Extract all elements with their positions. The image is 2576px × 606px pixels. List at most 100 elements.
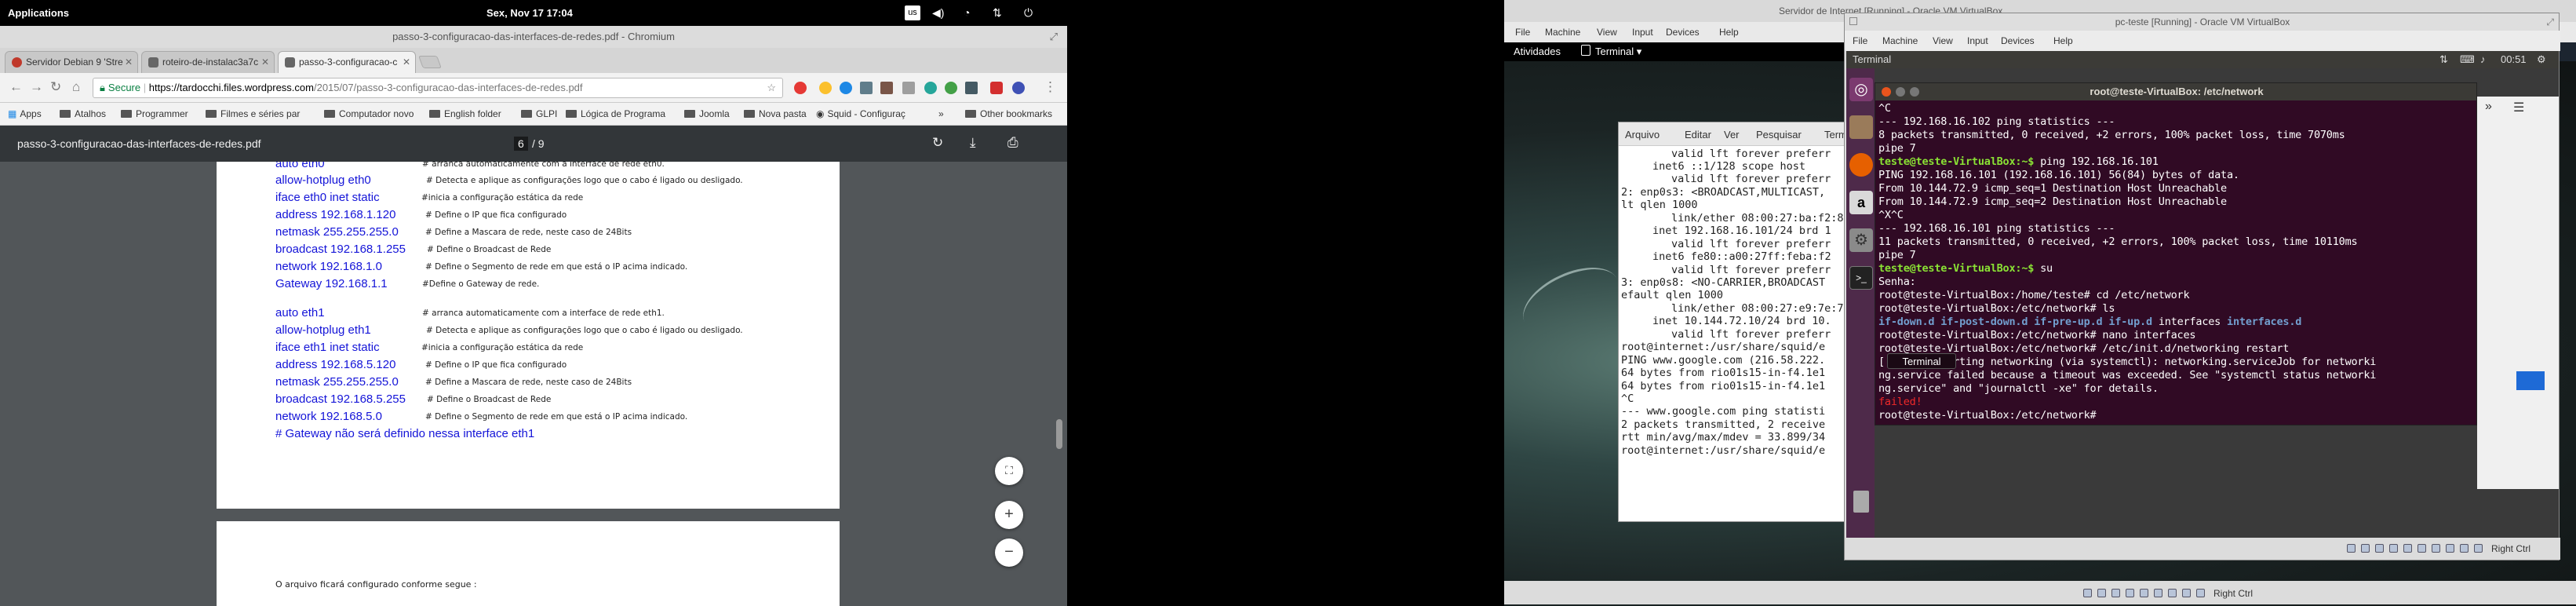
ubuntu-dash-icon[interactable]: ◎ xyxy=(1849,78,1873,101)
network-icon[interactable]: ⇅ xyxy=(993,6,1002,20)
tab-roteiro[interactable]: roteiro-de-instalac3a7c ✕ xyxy=(141,51,275,73)
volume-icon[interactable]: ♪ xyxy=(2480,53,2486,65)
menu-input[interactable]: Input xyxy=(1967,35,1988,46)
ubuntu-terminal-window[interactable]: root@teste-VirtualBox: /etc/network ^C -… xyxy=(1875,82,2477,425)
volume-icon[interactable]: ◀) xyxy=(932,6,944,20)
extension-icon[interactable] xyxy=(924,82,937,94)
cpu-status-icon[interactable] xyxy=(2460,544,2469,553)
applications-menu[interactable]: Applications xyxy=(8,7,69,19)
keyboard-icon[interactable]: ⌨︎ xyxy=(2460,53,2475,66)
tab-passo-3-active[interactable]: passo-3-configuracao-c ✕ xyxy=(278,51,416,73)
extension-icon[interactable] xyxy=(945,82,957,94)
mouse-integration-icon[interactable] xyxy=(2474,544,2483,553)
rotate-icon[interactable]: ↻ xyxy=(932,135,943,151)
reload-icon[interactable]: ↻ xyxy=(50,79,61,95)
audio-status-icon[interactable] xyxy=(2111,589,2120,597)
close-tab-icon[interactable]: ✕ xyxy=(261,57,269,68)
ubuntu-clock[interactable]: 00:51 xyxy=(2501,53,2527,65)
network-status-icon[interactable] xyxy=(2389,544,2398,553)
opera-extension-icon[interactable] xyxy=(794,82,807,94)
shared-folder-icon[interactable] xyxy=(2418,544,2426,553)
hamburger-icon[interactable]: ☰ xyxy=(2513,100,2524,115)
capture-status-icon[interactable] xyxy=(2446,544,2454,553)
close-tab-icon[interactable]: ✕ xyxy=(403,57,410,68)
terminal-app-icon[interactable]: >_ xyxy=(1849,266,1873,290)
extension-icon[interactable] xyxy=(990,82,1003,94)
page-number-input[interactable]: 6 xyxy=(514,137,528,151)
amazon-icon[interactable]: a xyxy=(1849,191,1873,214)
menu-view[interactable]: View xyxy=(1933,35,1953,46)
bookmark-other[interactable]: Other bookmarks xyxy=(965,108,1052,119)
bookmark-glpi[interactable]: GLPI xyxy=(521,108,557,119)
menu-help[interactable]: Help xyxy=(1719,27,1739,38)
menu-ver[interactable]: Ver xyxy=(1724,129,1740,141)
bookmark-atalhos[interactable]: Atalhos xyxy=(60,108,106,119)
fit-to-page-button[interactable]: ⛶ xyxy=(995,457,1023,485)
network-status-icon[interactable] xyxy=(2126,589,2134,597)
app-menu[interactable]: Terminal ▾ xyxy=(1595,46,1641,58)
menu-view[interactable]: View xyxy=(1597,27,1617,38)
bookmark-computador-novo[interactable]: Computador novo xyxy=(324,108,414,119)
menu-arquivo[interactable]: Arquivo xyxy=(1625,129,1660,141)
hdd-status-icon[interactable] xyxy=(2083,589,2092,597)
files-icon[interactable] xyxy=(1849,115,1873,139)
blue-button[interactable] xyxy=(2516,371,2545,390)
home-icon[interactable]: ⌂ xyxy=(72,79,80,95)
menu-file[interactable]: File xyxy=(1515,27,1530,38)
activities-button[interactable]: Atividades xyxy=(1514,46,1561,57)
menu-help[interactable]: Help xyxy=(2053,35,2073,46)
extension-icon[interactable] xyxy=(880,82,893,94)
usb-status-icon[interactable] xyxy=(2140,589,2148,597)
menu-icon[interactable]: ⋮ xyxy=(1044,79,1057,95)
menu-machine[interactable]: Machine xyxy=(1545,27,1580,38)
keyboard-layout-indicator[interactable]: us xyxy=(905,5,920,20)
pc-teste-vm-window[interactable]: pc-teste [Running] - Oracle VM VirtualBo… xyxy=(1844,13,2560,560)
address-bar[interactable]: 🔒︎ Secure | https://tardocchi.files.wordp… xyxy=(93,78,783,98)
restore-icon[interactable]: ⤢ xyxy=(2546,13,2554,31)
menu-machine[interactable]: Machine xyxy=(1882,35,1918,46)
extension-icon[interactable] xyxy=(860,82,873,94)
ubuntu-guest-screen[interactable]: Terminal ⇅ ⌨︎ ♪ 00:51 ⚙ ◎ a ⚙ >_ root@te… xyxy=(1846,51,2559,538)
settings-gear-icon[interactable]: ⚙ xyxy=(2537,53,2546,66)
minimize-window-icon[interactable] xyxy=(1896,87,1905,97)
print-icon[interactable]: ⎙ xyxy=(1007,135,1018,151)
bookmark-star-icon[interactable]: ☆ xyxy=(767,78,776,97)
expand-icon[interactable]: » xyxy=(2485,100,2492,114)
bookmark-joomla[interactable]: Joomla xyxy=(684,108,730,119)
download-icon[interactable]: ⤓ xyxy=(970,135,976,151)
scrollbar-thumb[interactable] xyxy=(1056,419,1062,449)
server-terminal-window[interactable]: Arquivo Editar Ver Pesquisar Termina val… xyxy=(1618,122,1869,522)
bookmarks-overflow[interactable]: » xyxy=(938,108,944,119)
bookmark-programmer[interactable]: Programmer xyxy=(121,108,188,119)
extension-icon[interactable] xyxy=(819,82,832,94)
extension-icon[interactable] xyxy=(1012,82,1025,94)
system-settings-icon[interactable]: ⚙ xyxy=(1849,228,1873,252)
extension-icon[interactable] xyxy=(902,82,915,94)
back-icon[interactable]: ← xyxy=(9,79,23,95)
bookmark-squid[interactable]: ◉ Squid - Configuraç xyxy=(816,108,905,119)
menu-file[interactable]: File xyxy=(1853,35,1867,46)
close-window-icon[interactable] xyxy=(1882,87,1891,97)
hdd-status-icon[interactable] xyxy=(2347,544,2356,553)
bookmark-filmes[interactable]: Filmes e séries par xyxy=(206,108,300,119)
optical-status-icon[interactable] xyxy=(2097,589,2106,597)
menu-devices[interactable]: Devices xyxy=(1666,27,1700,38)
extension-icon[interactable] xyxy=(965,82,978,94)
maximize-window-icon[interactable] xyxy=(1910,87,1919,97)
usb-status-icon[interactable] xyxy=(2403,544,2412,553)
network-updown-icon[interactable]: ⇅ xyxy=(2439,53,2448,66)
trash-icon[interactable] xyxy=(1853,491,1869,513)
restore-icon[interactable]: ⤢ xyxy=(1050,26,1058,48)
display-status-icon[interactable] xyxy=(2168,589,2177,597)
zoom-in-button[interactable]: + xyxy=(995,501,1023,529)
new-tab-button[interactable] xyxy=(418,56,442,68)
shared-folder-icon[interactable] xyxy=(2154,589,2162,597)
cpu-status-icon[interactable] xyxy=(2196,589,2205,597)
menu-input[interactable]: Input xyxy=(1632,27,1653,38)
tab-servidor-debian[interactable]: Servidor Debian 9 'Stre ✕ xyxy=(5,51,138,73)
clock[interactable]: Sex, Nov 17 17:04 xyxy=(486,7,573,19)
zoom-out-button[interactable]: − xyxy=(995,538,1023,567)
pdf-viewer[interactable]: auto eth0 # arranca automaticamente com … xyxy=(0,162,1067,606)
menu-editar[interactable]: Editar xyxy=(1685,129,1711,141)
bookmark-english-folder[interactable]: English folder xyxy=(429,108,501,119)
